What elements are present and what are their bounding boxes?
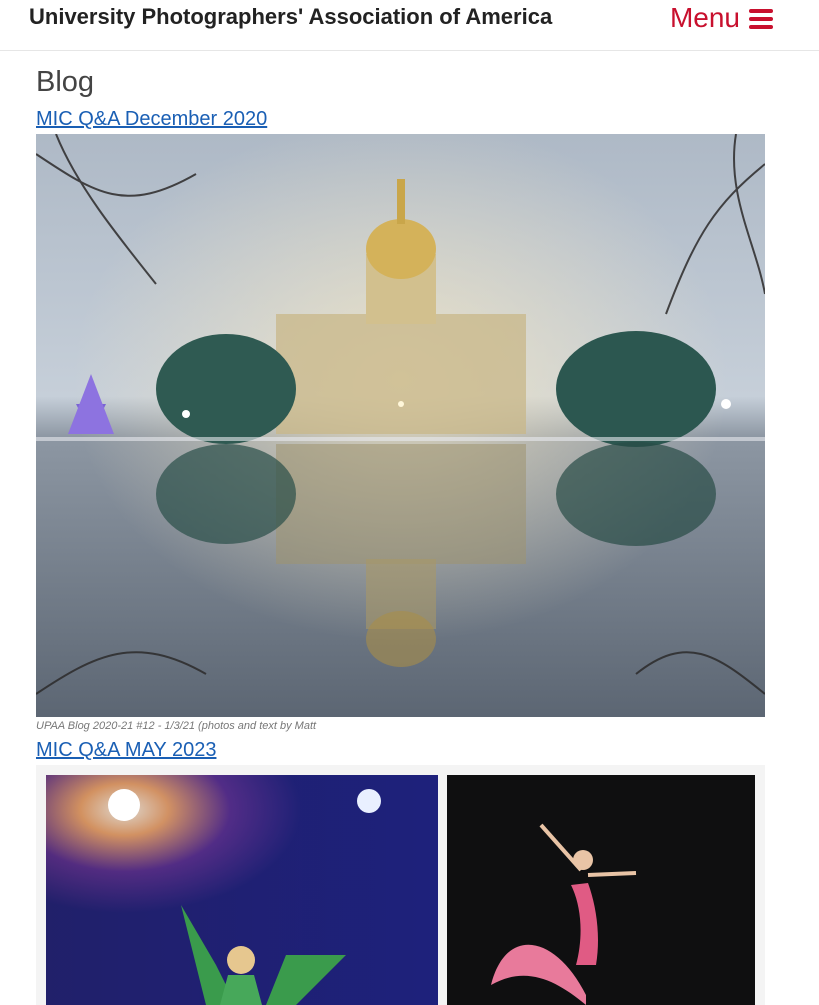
page-title: Blog xyxy=(36,66,95,98)
post-title-link[interactable]: MIC Q&A December 2020 xyxy=(36,104,765,134)
menu-label[interactable]: Menu xyxy=(670,2,740,34)
site-title[interactable]: University Photographers' Association of… xyxy=(29,4,552,30)
post-item: MIC Q&A December 2020 UPAA Blog 2020-21 … xyxy=(36,104,765,734)
main-content: Blog MIC Q&A December 2020 UPAA Blog 202… xyxy=(36,60,765,1005)
hamburger-icon[interactable] xyxy=(749,9,773,29)
site-header: University Photographers' Association of… xyxy=(0,0,819,51)
menu-button[interactable]: Menu xyxy=(670,2,773,34)
post-title-link[interactable]: MIC Q&A MAY 2023 xyxy=(36,735,765,765)
post-image[interactable] xyxy=(36,765,765,1005)
post-caption: UPAA Blog 2020-21 #12 - 1/3/21 (photos a… xyxy=(36,720,317,732)
post-item: MIC Q&A MAY 2023 xyxy=(36,735,765,1005)
post-image[interactable] xyxy=(36,134,765,717)
